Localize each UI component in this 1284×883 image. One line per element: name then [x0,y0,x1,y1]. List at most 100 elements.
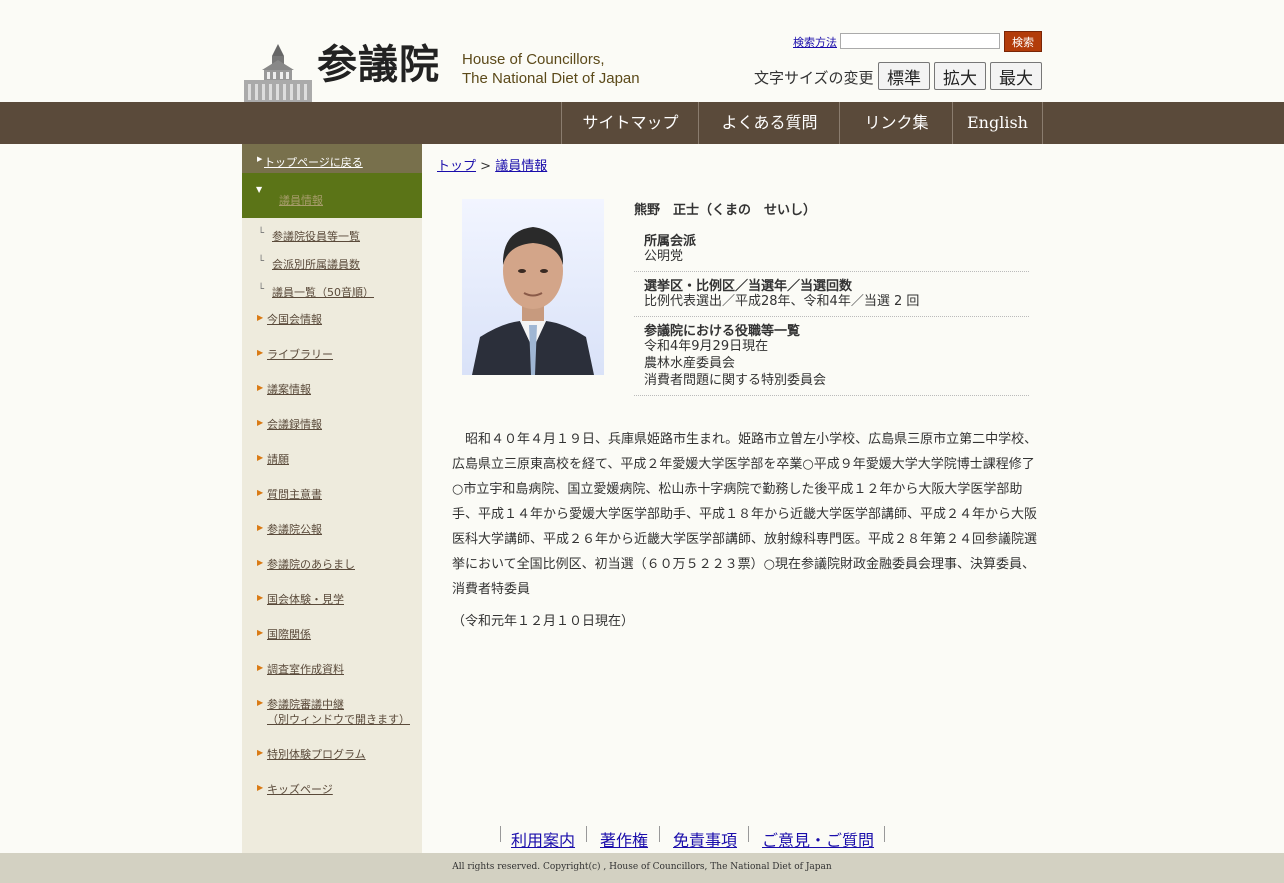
font-size-max-button[interactable]: 最大 [990,62,1042,90]
nav-sitemap[interactable]: サイトマップ [561,102,699,144]
arrow-right-icon: ▶ [257,628,264,637]
sidebar-item-label[interactable]: 調査室作成資料 [267,662,344,677]
roles-date: 令和4年9月29日現在 [644,339,769,354]
sidebar-item-research[interactable]: ▶ 調査室作成資料 [242,662,422,682]
arrow-right-icon: ▶ [257,418,264,427]
sidebar-subitem-label[interactable]: 参議院役員等一覧 [272,228,360,244]
sidebar-item-bulletin[interactable]: ▶ 参議院公報 [242,522,422,542]
footer-copyright-link[interactable]: 著作権 [600,827,648,851]
search-input[interactable] [840,33,1000,49]
sidebar-item-broadcast[interactable]: ▶ 参議院審議中継 （別ウィンドウで開きます） [242,697,422,731]
sidebar-item-petitions[interactable]: ▶ 請願 [242,452,422,472]
sidebar-item-bills[interactable]: ▶ 議案情報 [242,382,422,402]
logo-kanji: 参議院 [317,41,440,88]
faction-label: 所属会派 [644,234,697,249]
roles-label: 参議院における役職等一覧 [644,324,801,339]
sidebar-item-current-session[interactable]: ▶ 今国会情報 [242,312,422,332]
global-nav: サイトマップ よくある質問 リンク集 English [0,102,1284,144]
tree-branch-icon: └ [258,228,265,239]
district-block: 選挙区・比例区／当選年／当選回数 比例代表選出／平成28年、令和4年／当選 2 … [634,274,1029,317]
sidebar-item-label[interactable]: 国会体験・見学 [267,592,344,607]
breadcrumb-top-link[interactable]: トップ [437,159,476,174]
footer-links: 利用案内 著作権 免責事項 ご意見・ご質問 [500,826,900,851]
sidebar-item-label[interactable]: 参議院審議中継 （別ウィンドウで開きます） [267,697,410,727]
sidebar-subitem-label[interactable]: 議員一覧（50音順） [272,284,374,300]
font-size-standard-button[interactable]: 標準 [878,62,930,90]
sidebar-item-label[interactable]: 特別体験プログラム [267,747,366,762]
nav-links[interactable]: リンク集 [839,102,953,144]
footer-separator [884,826,885,842]
font-size-label: 文字サイズの変更 [754,69,874,87]
sidebar-item-tours[interactable]: ▶ 国会体験・見学 [242,592,422,612]
sidebar-item-label[interactable]: 参議院のあらまし [267,557,355,572]
sidebar-item-member-info[interactable]: ▼ 議員情報 [242,173,422,218]
footer-separator [500,826,501,842]
faction-block: 所属会派 公明党 [634,229,1029,272]
search-button[interactable]: 検索 [1004,31,1042,52]
sidebar-item-minutes[interactable]: ▶ 会議録情報 [242,417,422,437]
sidebar-item-label[interactable]: 請願 [267,452,289,467]
sidebar-item-label[interactable]: 会議録情報 [267,417,322,432]
arrow-right-icon: ▶ [257,783,264,792]
broadcast-label: 参議院審議中継 [267,698,344,711]
nav-faq[interactable]: よくある質問 [698,102,840,144]
site-logo[interactable]: 参議院 House of Councillors, The National D… [242,40,662,102]
tree-branch-icon: └ [258,284,265,295]
sidebar-item-label[interactable]: 今国会情報 [267,312,322,327]
sidebar-item-special-program[interactable]: ▶ 特別体験プログラム [242,747,422,767]
sidebar-subitem-member-list[interactable]: └ 議員一覧（50音順） [242,284,422,304]
sidebar-item-label[interactable]: 議案情報 [267,382,311,397]
sidebar-item-kids[interactable]: ▶ キッズページ [242,782,422,802]
member-biography: 昭和４０年４月１９日、兵庫県姫路市生まれ。姫路市立曽左小学校、広島県三原市立第二… [452,432,1038,597]
breadcrumb: トップ > 議員情報 [437,155,547,174]
biography-as-of-date: （令和元年１２月１０日現在） [452,614,635,629]
arrow-right-icon: ▶ [257,523,264,532]
nav-english[interactable]: English [952,102,1043,144]
arrow-right-icon: ▶ [257,558,264,567]
sidebar-subitem-label[interactable]: 会派別所属議員数 [272,256,360,272]
portrait-image [462,199,604,375]
sidebar-subitem-factions[interactable]: └ 会派別所属議員数 [242,256,422,276]
font-size-large-button[interactable]: 拡大 [934,62,986,90]
sidebar-item-international[interactable]: ▶ 国際関係 [242,627,422,647]
footer-separator [659,826,660,842]
role-item: 農林水産委員会 [644,356,736,371]
roles-block: 参議院における役職等一覧 令和4年9月29日現在 農林水産委員会 消費者問題に関… [634,319,1029,396]
footer-usage-link[interactable]: 利用案内 [511,827,575,851]
arrow-right-icon: ▶ [257,348,264,357]
search-area: 検索方法 検索 [790,31,1042,52]
logo-english: House of Councillors, The National Diet … [462,50,640,88]
sidebar-item-label[interactable]: ライブラリー [267,347,333,362]
faction-value: 公明党 [644,249,684,264]
arrow-right-icon: ▶ [257,488,264,497]
diet-building-icon [242,42,314,102]
sidebar-subitem-officers[interactable]: └ 参議院役員等一覧 [242,228,422,248]
district-label: 選挙区・比例区／当選年／当選回数 [644,279,853,294]
sidebar-item-questions[interactable]: ▶ 質問主意書 [242,487,422,507]
footer-separator [748,826,749,842]
footer-disclaimer-link[interactable]: 免責事項 [673,827,737,851]
breadcrumb-current-link[interactable]: 議員情報 [495,159,547,174]
search-method-link[interactable]: 検索方法 [793,34,837,50]
sidebar-item-label[interactable]: 参議院公報 [267,522,322,537]
footer-separator [586,826,587,842]
arrow-right-icon: ▶ [257,453,264,462]
sidebar-item-label[interactable]: キッズページ [267,782,333,797]
member-name: 熊野 正士（くまの せいし） [634,203,817,218]
sidebar-item-library[interactable]: ▶ ライブラリー [242,347,422,367]
sidebar-top-item[interactable]: ▶ トップページに戻る [242,144,422,173]
sidebar-item-label[interactable]: 質問主意書 [267,487,322,502]
sidebar: ▶ トップページに戻る ▼ 議員情報 └ 参議院役員等一覧 └ 会派別所属議員数… [242,144,422,853]
sidebar-item-label[interactable]: 議員情報 [279,192,323,208]
sidebar-item-label[interactable]: 国際関係 [267,627,311,642]
footer-feedback-link[interactable]: ご意見・ご質問 [762,827,874,851]
arrow-right-icon: ▶ [257,663,264,672]
arrow-right-icon: ▶ [257,593,264,602]
logo-english-line1: House of Councillors, [462,51,605,68]
site-header: 参議院 House of Councillors, The National D… [0,0,1284,102]
font-size-controls: 文字サイズの変更 標準 拡大 最大 [752,62,1042,90]
back-to-top-link[interactable]: トップページに戻る [264,154,363,170]
sidebar-item-overview[interactable]: ▶ 参議院のあらまし [242,557,422,577]
arrow-right-icon: ▶ [257,313,264,322]
arrow-right-icon: ▶ [257,155,263,163]
